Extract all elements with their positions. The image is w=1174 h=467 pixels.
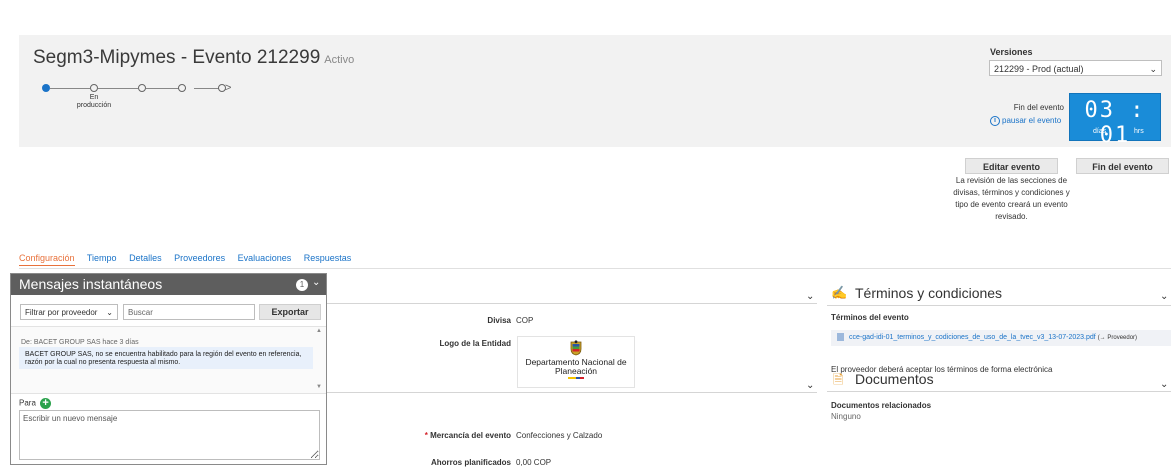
progress-step-label: En producción — [76, 94, 112, 109]
chevron-right-icon: > — [225, 82, 232, 94]
plus-circle-icon[interactable]: + — [40, 398, 52, 409]
end-event-button[interactable]: Fin del evento — [1076, 158, 1169, 174]
currency-label: Divisa — [487, 316, 511, 325]
tab-bar: Configuración Tiempo Detalles Proveedore… — [19, 253, 361, 266]
pause-event-link[interactable]: II pausar el evento — [990, 116, 1061, 126]
terms-title: Términos y condiciones — [855, 285, 1003, 301]
tab-configuracion[interactable]: Configuración — [19, 253, 75, 266]
countdown-timer: 03 : 01 días hrs — [1069, 93, 1161, 148]
message-list[interactable]: ▲ De: BACET GROUP SAS hace 3 días BACET … — [11, 326, 326, 394]
message-meta: De: BACET GROUP SAS hace 3 días — [21, 339, 139, 346]
tab-detalles[interactable]: Detalles — [129, 253, 162, 263]
tab-evaluaciones[interactable]: Evaluaciones — [238, 253, 292, 263]
scroll-up-icon[interactable]: ▲ — [316, 328, 322, 334]
chevron-down-icon[interactable]: ⌄ — [806, 380, 814, 391]
logo-text: Departamento Nacional de Planeación — [525, 357, 627, 376]
timer-unit-days: días — [1093, 128, 1107, 135]
pause-icon: II — [990, 116, 1000, 126]
versions-select[interactable]: 212299 - Prod (actual) ⌄ — [989, 60, 1162, 76]
logo-color-bar — [568, 377, 584, 379]
handshake-icon: ✍ — [831, 285, 848, 300]
event-title: Segm3-Mipymes - Evento 212299 — [33, 47, 321, 68]
progress-line — [98, 88, 138, 89]
tab-proveedores[interactable]: Proveedores — [174, 253, 225, 263]
tabs-divider — [19, 268, 1171, 269]
export-button[interactable]: Exportar — [259, 304, 321, 320]
instant-messages-panel: Mensajes instantáneos 1 ⌄ Filtrar por pr… — [10, 273, 327, 465]
chat-title: Mensajes instantáneos — [19, 276, 163, 292]
event-end-label: Fin del evento — [1013, 103, 1064, 112]
timer-digits: 03 : 01 — [1084, 98, 1146, 148]
merchandise-label-text: Mercancía del evento — [430, 431, 511, 440]
progress-step-done — [42, 84, 50, 92]
section-divider — [327, 303, 817, 304]
entity-logo: Departamento Nacional de Planeación — [517, 336, 635, 388]
savings-value: 0,00 COP — [516, 458, 552, 467]
section-divider — [827, 391, 1171, 392]
progress-step — [138, 84, 146, 92]
tab-tiempo[interactable]: Tiempo — [87, 253, 117, 263]
logo-label: Logo de la Entidad — [439, 339, 511, 348]
terms-file-row[interactable]: cce-gad-idi-01_terminos_y_codiciones_de_… — [831, 330, 1171, 346]
unread-count-badge: 1 — [296, 279, 308, 291]
chat-header[interactable]: Mensajes instantáneos 1 ⌄ — [11, 274, 326, 295]
edit-event-button[interactable]: Editar evento — [965, 158, 1058, 174]
message-bubble: BACET GROUP SAS, no se encuentra habilit… — [19, 347, 313, 369]
progress-step — [178, 84, 186, 92]
recipient-row: Para + — [19, 398, 52, 409]
merchandise-value: Confecciones y Calzado — [516, 431, 603, 440]
section-divider — [327, 392, 817, 393]
new-message-textarea[interactable] — [19, 410, 320, 460]
timer-unit-hours: hrs — [1134, 128, 1144, 135]
to-label: Para — [19, 398, 36, 408]
status-badge: Activo — [324, 54, 355, 66]
required-mark: * — [424, 431, 428, 440]
chevron-down-icon: ⌄ — [1149, 64, 1157, 74]
progress-step-current — [90, 84, 98, 92]
pdf-file-icon — [837, 333, 844, 342]
terms-subheading: Términos del evento — [831, 313, 909, 322]
section-divider — [827, 305, 1171, 306]
merchandise-label: * Mercancía del evento — [400, 431, 511, 440]
terms-file-link[interactable]: cce-gad-idi-01_terminos_y_codiciones_de_… — [849, 334, 1096, 341]
chevron-down-icon: ⌄ — [106, 308, 113, 317]
terms-file-suffix: (→ Proveedor) — [1097, 335, 1138, 341]
scroll-down-icon[interactable]: ▼ — [316, 384, 322, 390]
documents-subheading: Documentos relacionados — [831, 401, 932, 410]
supplier-filter-label: Filtrar por proveedor — [25, 308, 98, 317]
chevron-down-icon[interactable]: ⌄ — [1160, 291, 1168, 302]
savings-label: Ahorros planificados — [430, 458, 511, 467]
versions-selected-value: 212299 - Prod (actual) — [994, 64, 1084, 74]
message-search-input[interactable] — [123, 304, 255, 320]
document-icon: 🗎 — [833, 372, 844, 387]
chevron-down-icon[interactable]: ⌄ — [1160, 379, 1168, 390]
documents-title: Documentos — [855, 371, 934, 387]
page-title: Segm3-Mipymes - Evento 212299 Activo — [33, 47, 354, 69]
currency-value: COP — [516, 316, 534, 325]
progress-stepper: > En producción — [42, 80, 242, 120]
chevron-down-icon[interactable]: ⌄ — [312, 277, 320, 288]
coat-of-arms-icon — [570, 340, 582, 356]
progress-line — [50, 88, 90, 89]
supplier-filter-select[interactable]: Filtrar por proveedor ⌄ — [20, 304, 118, 320]
versions-label: Versiones — [990, 47, 1033, 57]
tab-respuestas[interactable]: Respuestas — [304, 253, 352, 263]
chevron-down-icon[interactable]: ⌄ — [806, 291, 814, 302]
pause-event-label: pausar el evento — [1002, 116, 1062, 126]
edit-event-note: La revisión de las secciones de divisas,… — [953, 176, 1070, 221]
documents-value: Ninguno — [831, 412, 861, 421]
